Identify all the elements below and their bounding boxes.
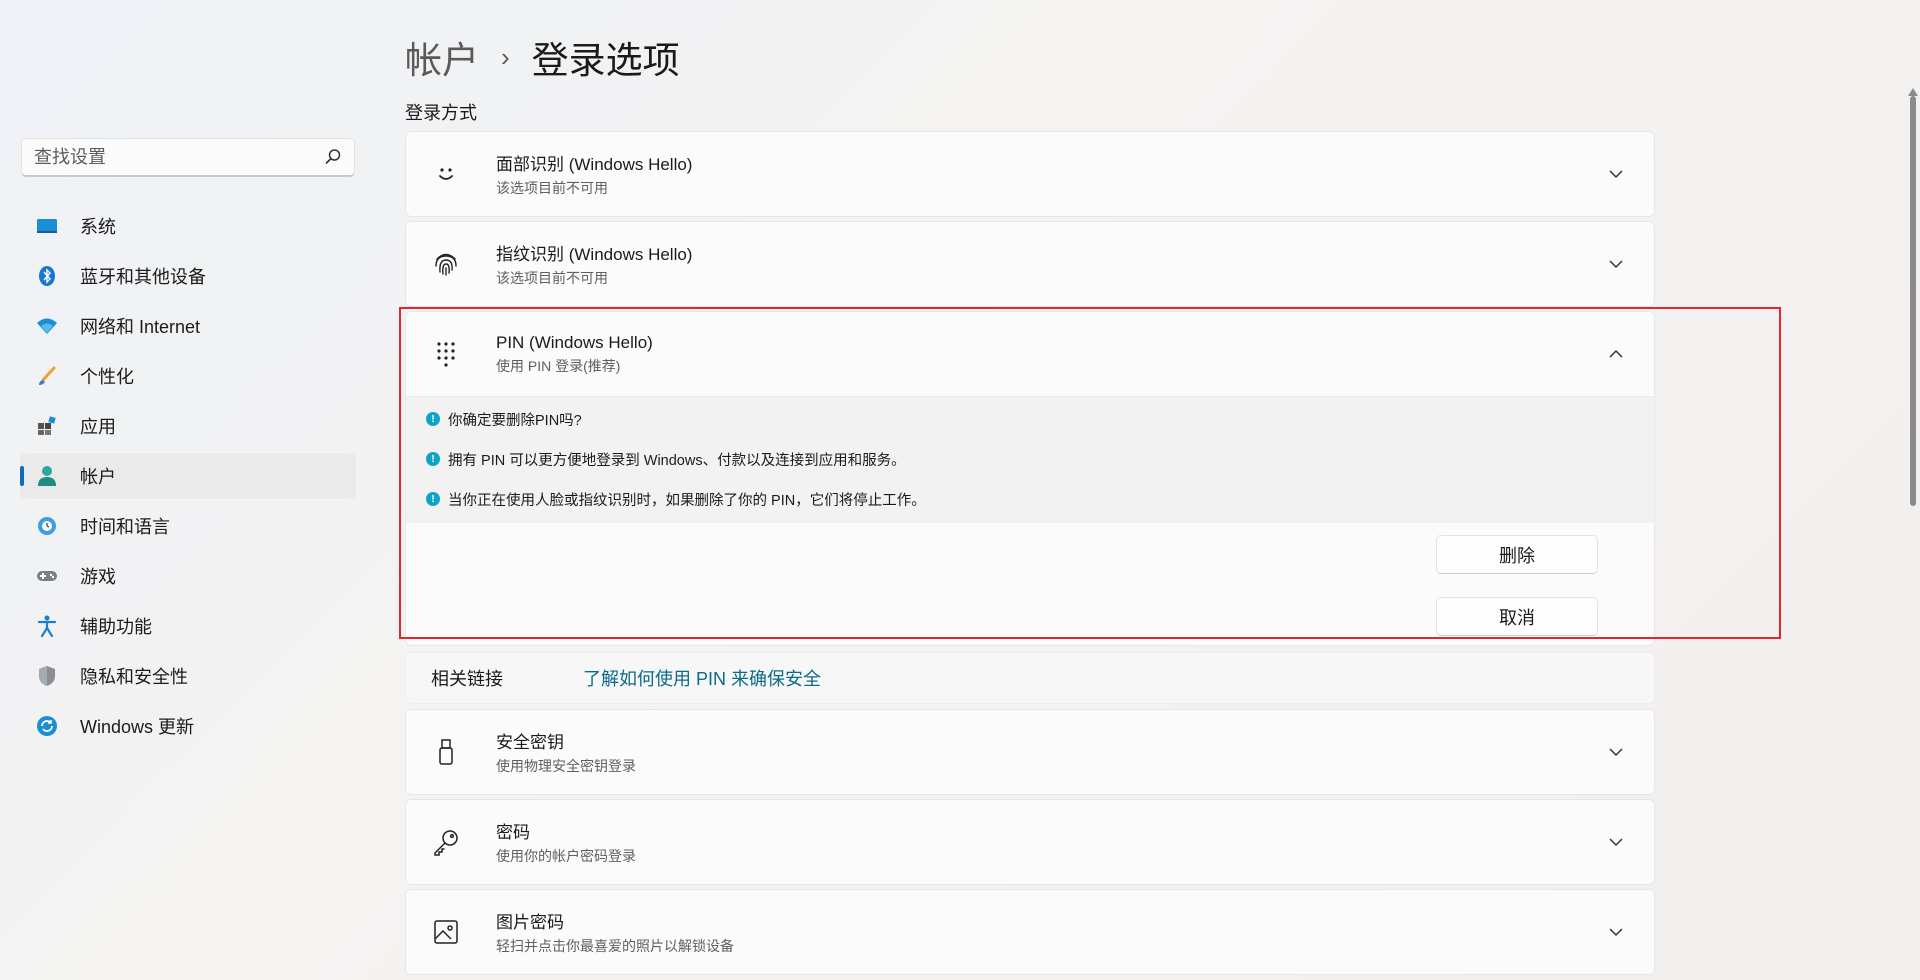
sidebar-item-gaming[interactable]: 游戏 [20,553,356,599]
sidebar-item-apps[interactable]: 应用 [20,403,356,449]
delete-button[interactable]: 删除 [1436,535,1598,574]
card-subtitle: 该选项目前不可用 [496,270,608,286]
accessibility-icon [34,613,60,639]
sidebar-item-label: 个性化 [80,367,134,387]
search-input[interactable] [34,146,324,168]
usb-key-icon [428,734,464,770]
card-subtitle: 使用你的帐户密码登录 [496,848,636,864]
brush-icon [34,363,60,389]
sidebar-item-label: 隐私和安全性 [80,667,188,687]
card-title: 指纹识别 (Windows Hello) [496,245,693,264]
sidebar-item-label: 网络和 Internet [80,317,201,337]
shield-icon [34,663,60,689]
info-icon: ! [426,492,440,506]
sidebar-item-privacy[interactable]: 隐私和安全性 [20,653,356,699]
related-links: 相关链接 了解如何使用 PIN 来确保安全 [405,652,1655,704]
sidebar-item-label: 帐户 [80,467,116,487]
card-subtitle: 该选项目前不可用 [496,180,608,196]
password-card[interactable]: 密码 使用你的帐户密码登录 [405,799,1655,885]
info-message: ! 拥有 PIN 可以更方便地登录到 Windows、付款以及连接到应用和服务。 [406,439,1654,479]
pin-card[interactable]: PIN (Windows Hello) 使用 PIN 登录(推荐) ! 你确定要… [405,311,1655,646]
sidebar-item-accounts[interactable]: 帐户 [20,453,356,499]
info-icon: ! [426,412,440,426]
pin-security-link[interactable]: 了解如何使用 PIN 来确保安全 [583,665,821,691]
sidebar-item-label: 蓝牙和其他设备 [80,267,206,287]
breadcrumb-separator: › [501,41,510,72]
wifi-icon [34,313,60,339]
section-label: 登录方式 [405,103,477,123]
sidebar-item-windows-update[interactable]: Windows 更新 [20,703,356,749]
security-key-card[interactable]: 安全密钥 使用物理安全密钥登录 [405,709,1655,795]
keypad-icon [428,336,464,372]
cancel-button[interactable]: 取消 [1436,597,1598,636]
sidebar-item-network[interactable]: 网络和 Internet [20,303,356,349]
info-message: ! 你确定要删除PIN吗? [406,399,1654,439]
update-icon [34,713,60,739]
card-subtitle: 使用物理安全密钥登录 [496,758,636,774]
info-message-text: 当你正在使用人脸或指纹识别时，如果删除了你的 PIN，它们将停止工作。 [448,492,926,509]
chevron-down-icon[interactable] [1608,166,1624,182]
card-subtitle: 使用 PIN 登录(推荐) [496,357,621,374]
chevron-down-icon[interactable] [1608,834,1624,850]
info-icon: ! [426,452,440,466]
fingerprint-icon [428,246,464,282]
chevron-up-icon[interactable] [1608,346,1624,362]
card-title: 面部识别 (Windows Hello) [496,155,693,174]
related-links-label: 相关链接 [431,669,503,689]
breadcrumb: 帐户 › 登录选项 [405,30,680,84]
scrollbar-thumb[interactable] [1910,96,1916,506]
person-icon [34,463,60,489]
scroll-up-arrow-icon[interactable] [1908,88,1918,96]
sidebar-item-personalization[interactable]: 个性化 [20,353,356,399]
sidebar-item-label: Windows 更新 [80,717,195,737]
face-recognition-card[interactable]: 面部识别 (Windows Hello) 该选项目前不可用 [405,131,1655,217]
chevron-down-icon[interactable] [1608,256,1624,272]
sidebar-item-label: 应用 [80,417,116,437]
apps-icon [34,413,60,439]
sidebar-item-label: 系统 [80,217,116,237]
key-icon [428,824,464,860]
search-icon [325,149,341,164]
sidebar-item-label: 辅助功能 [80,617,152,637]
page-title: 登录选项 [531,40,680,81]
monitor-icon [34,213,60,239]
globe-clock-icon [34,513,60,539]
pin-actions: 删除 取消 [406,523,1654,645]
info-message-text: 拥有 PIN 可以更方便地登录到 Windows、付款以及连接到应用和服务。 [448,452,906,469]
search-box[interactable] [21,138,355,177]
card-title: 安全密钥 [496,733,564,752]
card-title: 密码 [496,823,530,842]
card-subtitle: 轻扫并点击你最喜爱的照片以解锁设备 [496,938,734,954]
sidebar-item-accessibility[interactable]: 辅助功能 [20,603,356,649]
breadcrumb-parent[interactable]: 帐户 [405,30,479,84]
info-message: ! 当你正在使用人脸或指纹识别时，如果删除了你的 PIN，它们将停止工作。 [406,479,1654,519]
gamepad-icon [34,563,60,589]
picture-password-card[interactable]: 图片密码 轻扫并点击你最喜爱的照片以解锁设备 [405,889,1655,975]
info-message-text: 你确定要删除PIN吗? [448,412,582,429]
sidebar-item-label: 游戏 [80,567,116,587]
sidebar-item-label: 时间和语言 [80,517,170,537]
chevron-down-icon[interactable] [1608,744,1624,760]
sidebar-item-bluetooth[interactable]: 蓝牙和其他设备 [20,253,356,299]
fingerprint-card[interactable]: 指纹识别 (Windows Hello) 该选项目前不可用 [405,221,1655,307]
card-title: 图片密码 [496,913,564,932]
chevron-down-icon[interactable] [1608,924,1624,940]
card-title: PIN (Windows Hello) [496,332,653,352]
pin-warning-messages: ! 你确定要删除PIN吗? ! 拥有 PIN 可以更方便地登录到 Windows… [406,396,1654,523]
sidebar-item-time-language[interactable]: 时间和语言 [20,503,356,549]
image-icon [428,914,464,950]
bluetooth-icon [34,263,60,289]
sidebar-nav: 系统 蓝牙和其他设备 网络和 Internet 个性化 应用 帐户 时间和语言 … [20,203,356,753]
sidebar-item-system[interactable]: 系统 [20,203,356,249]
smile-icon [428,156,464,192]
